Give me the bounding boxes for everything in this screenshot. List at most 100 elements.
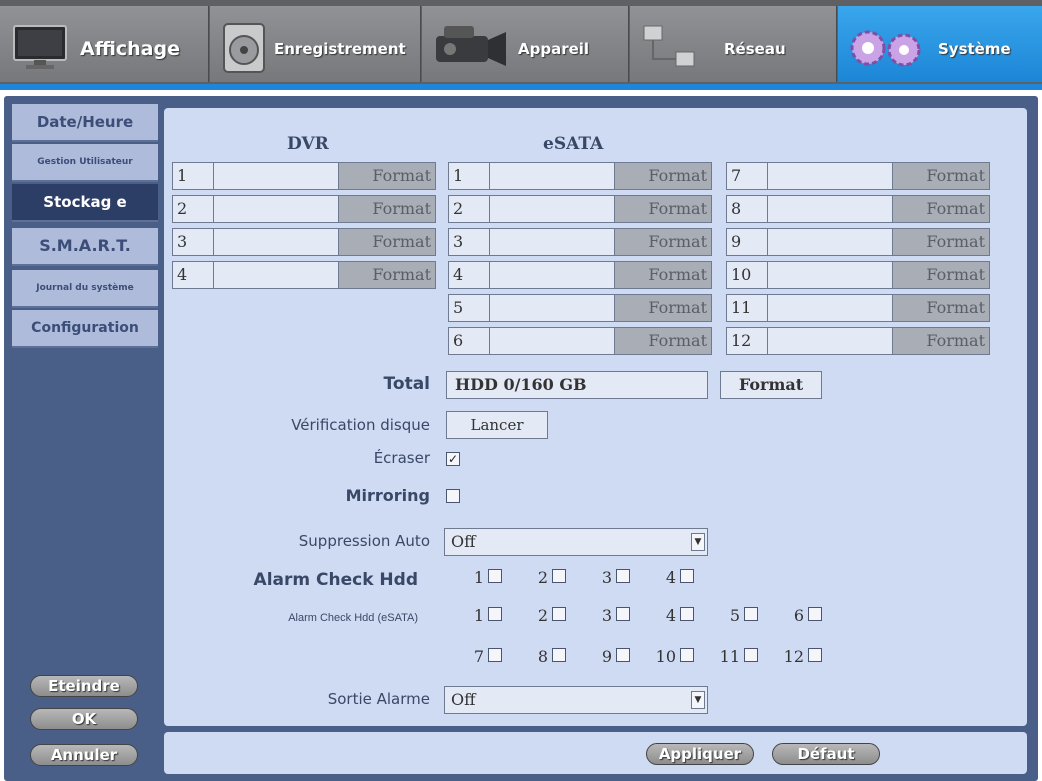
format-button[interactable]: Format (615, 294, 712, 322)
format-button[interactable]: Format (893, 294, 990, 322)
format-button[interactable]: Format (615, 327, 712, 355)
slot-name-field (214, 261, 339, 289)
slot-name-field (768, 195, 893, 223)
slot-number: 11 (726, 294, 768, 322)
format-button[interactable]: Format (893, 327, 990, 355)
network-icon (643, 25, 695, 67)
esata-slot: 9 Format (726, 228, 990, 256)
auto-delete-select[interactable]: Off ▼ (444, 528, 708, 556)
slot-number: 2 (448, 195, 490, 223)
format-button[interactable]: Format (615, 195, 712, 223)
slot-name-field (490, 261, 615, 289)
tab-enregistrement[interactable]: Enregistrement (210, 6, 421, 82)
mirroring-checkbox[interactable] (446, 489, 460, 503)
alarm-output-value: Off (451, 690, 476, 709)
format-button[interactable]: Format (893, 162, 990, 190)
slot-name-field (768, 228, 893, 256)
ok-button[interactable]: OK (30, 708, 138, 730)
alarm-check-checkbox[interactable] (552, 569, 566, 583)
dvr-slot: 2 Format (172, 195, 436, 223)
esata-header: eSATA (543, 134, 604, 154)
disk-check-button[interactable]: Lancer (446, 411, 548, 439)
menu-item-configuration[interactable]: Configuration (12, 310, 158, 348)
format-button[interactable]: Format (615, 261, 712, 289)
format-button[interactable]: Format (615, 228, 712, 256)
chevron-down-icon[interactable]: ▼ (691, 533, 705, 551)
alarm-esata-checkbox[interactable] (744, 648, 758, 662)
default-button[interactable]: Défaut (772, 743, 880, 765)
auto-delete-label: Suppression Auto (298, 532, 430, 550)
esata-slot: 3 Format (448, 228, 712, 256)
menu-item-stockage[interactable]: Stockag e (12, 184, 158, 222)
alarm-esata-number: 4 (665, 606, 676, 625)
slot-number: 3 (448, 228, 490, 256)
alarm-esata-checkbox[interactable] (808, 648, 822, 662)
alarm-esata-checkbox[interactable] (552, 648, 566, 662)
slot-number: 2 (172, 195, 214, 223)
slot-name-field (214, 162, 339, 190)
dvr-slot: 3 Format (172, 228, 436, 256)
slot-name-field (490, 327, 615, 355)
alarm-esata-checkbox[interactable] (616, 607, 630, 621)
slot-name-field (490, 195, 615, 223)
alarm-esata-number: 11 (719, 647, 740, 666)
alarm-esata-number: 12 (783, 647, 804, 666)
alarm-check-checkbox[interactable] (616, 569, 630, 583)
alarm-output-select[interactable]: Off ▼ (444, 686, 708, 714)
total-capacity-field: HDD 0/160 GB (446, 371, 708, 399)
format-button[interactable]: Format (893, 228, 990, 256)
menu-item-smart[interactable]: S.M.A.R.T. (12, 228, 158, 266)
menu-item-journal[interactable]: Journal du système (12, 270, 158, 308)
tab-reseau[interactable]: Réseau (630, 6, 837, 82)
slot-number: 12 (726, 327, 768, 355)
gears-icon (850, 30, 921, 67)
alarm-check-checkbox[interactable] (488, 569, 502, 583)
menu-item-gestion-utilisateur[interactable]: Gestion Utilisateur (12, 144, 158, 182)
format-button[interactable]: Format (893, 261, 990, 289)
apply-button[interactable]: Appliquer (646, 743, 754, 765)
cancel-button[interactable]: Annuler (30, 744, 138, 766)
slot-name-field (214, 228, 339, 256)
format-button[interactable]: Format (893, 195, 990, 223)
alarm-esata-checkbox[interactable] (808, 607, 822, 621)
menu-item-date-heure[interactable]: Date/Heure (12, 104, 158, 142)
alarm-esata-checkbox[interactable] (744, 607, 758, 621)
format-button[interactable]: Format (339, 195, 436, 223)
esata-slot: 5 Format (448, 294, 712, 322)
overwrite-label: Écraser (373, 449, 430, 467)
alarm-esata-number: 3 (601, 606, 612, 625)
alarm-esata-checkbox[interactable] (488, 648, 502, 662)
slot-number: 8 (726, 195, 768, 223)
total-format-button[interactable]: Format (720, 371, 822, 399)
chevron-down-icon[interactable]: ▼ (691, 691, 705, 709)
footer-bar (164, 732, 1027, 774)
alarm-esata-checkbox[interactable] (552, 607, 566, 621)
format-button[interactable]: Format (615, 162, 712, 190)
tab-appareil[interactable]: Appareil (422, 6, 629, 82)
overwrite-checkbox[interactable]: ✓ (446, 452, 460, 466)
dvr-slot: 4 Format (172, 261, 436, 289)
format-button[interactable]: Format (339, 162, 436, 190)
disk-check-label: Vérification disque (291, 416, 430, 434)
alarm-check-checkbox[interactable] (680, 569, 694, 583)
tab-systeme[interactable]: Système (838, 6, 1042, 82)
tab-label: Réseau (724, 40, 786, 58)
alarm-check-number: 3 (601, 568, 612, 587)
alarm-esata-checkbox[interactable] (488, 607, 502, 621)
alarm-check-number: 2 (537, 568, 548, 587)
alarm-esata-number: 8 (537, 647, 548, 666)
tab-label: Appareil (518, 40, 590, 58)
shutdown-button[interactable]: Eteindre (30, 675, 138, 697)
slot-number: 4 (448, 261, 490, 289)
alarm-esata-checkbox[interactable] (680, 648, 694, 662)
alarm-esata-checkbox[interactable] (680, 607, 694, 621)
slot-number: 5 (448, 294, 490, 322)
slot-number: 6 (448, 327, 490, 355)
slot-number: 7 (726, 162, 768, 190)
tab-affichage[interactable]: Affichage (0, 6, 209, 82)
format-button[interactable]: Format (339, 228, 436, 256)
alarm-esata-checkbox[interactable] (616, 648, 630, 662)
esata-slot: 1 Format (448, 162, 712, 190)
format-button[interactable]: Format (339, 261, 436, 289)
alarm-esata-number: 10 (655, 647, 676, 666)
